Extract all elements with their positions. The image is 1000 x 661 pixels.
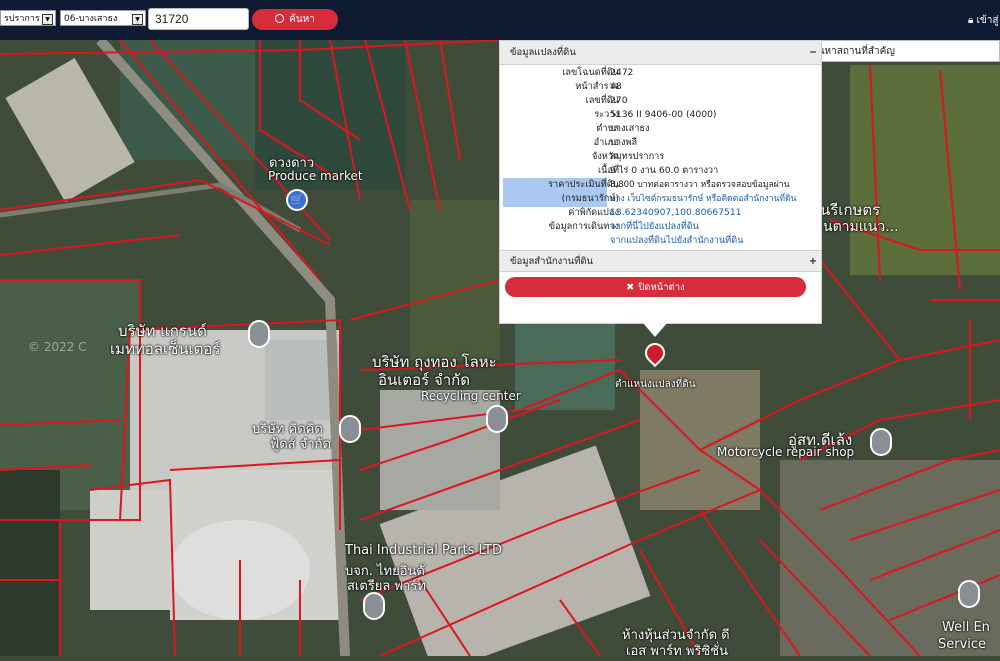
- route-to-parcel-link[interactable]: จากที่นี่ไปยังแปลงที่ดิน: [610, 220, 699, 234]
- parcel-info-panel: ข้อมูลแปลงที่ดิน − เลขโฉนดที่ดิน 2472 หน้…: [499, 40, 822, 324]
- coord-row: ค่าพิกัดแปลง 13.62340907,100.80667511: [500, 206, 821, 220]
- district-select[interactable]: 06-บางเสาธง ▼: [60, 10, 146, 26]
- info-row: อำเภอ บางพลี: [500, 136, 821, 150]
- lock-icon: 🔒︎: [968, 15, 974, 26]
- close-icon: ✖: [626, 281, 635, 293]
- panel-pointer: [643, 323, 667, 337]
- panel-header[interactable]: ข้อมูลแปลงที่ดิน −: [500, 41, 821, 65]
- recycling-pin-icon[interactable]: [486, 405, 508, 433]
- info-value: 48: [610, 81, 622, 92]
- info-row: ระวาง 5136 II 9406-00 (4000): [500, 108, 821, 122]
- province-select-value: รปราการ: [4, 14, 40, 24]
- price-row-1: ราคาประเมินที่ดิน 8,800 บาทต่อตารางวา หร…: [500, 178, 821, 192]
- map-label-thai-parts-th2: สเตรียล พาร์ท: [347, 579, 426, 594]
- route-to-office-link[interactable]: จากแปลงที่ดินไปยังสำนักงานที่ดิน: [610, 234, 743, 248]
- place-search-input[interactable]: [807, 40, 1000, 62]
- map-label-recycling: Recycling center: [421, 389, 521, 403]
- map-label-well-2: Service: [938, 637, 987, 652]
- travel-row: ข้อมูลการเดินทาง จากที่นี่ไปยังแปลงที่ดิ…: [500, 220, 821, 234]
- map-label-well-1: Well En: [942, 620, 990, 635]
- info-value: 9 ไร่ 0 งาน 60.0 ตารางวา: [610, 165, 719, 176]
- login-link[interactable]: 🔒︎ เข้าสู่: [968, 13, 999, 28]
- map-label-partnership-2: เอส พาร์ท พริซิชั่น: [626, 644, 728, 659]
- moto-pin-icon[interactable]: [870, 428, 892, 456]
- land-office-section-header[interactable]: ข้อมูลสำนักงานที่ดิน +: [500, 250, 821, 272]
- price-row-2: (กรมธนารักษ์) ทาง เว็บไซต์กรมธนารักษ์ หร…: [500, 192, 821, 206]
- search-icon: [275, 14, 285, 23]
- login-label: เข้าสู่: [976, 15, 999, 26]
- info-value: สมุทรปราการ: [610, 151, 665, 162]
- map-label-moto-en: Motorcycle repair shop: [717, 445, 855, 459]
- map-label-kaset-2: นตามแนว...: [823, 219, 899, 235]
- info-row: ตำบล บางเสาธง: [500, 122, 821, 136]
- land-office-title: ข้อมูลสำนักงานที่ดิน: [510, 256, 594, 267]
- chevron-down-icon: ▼: [42, 14, 53, 25]
- province-select[interactable]: รปราการ ▼: [0, 10, 56, 26]
- top-bar: รปราการ ▼ 06-บางเสาธง ▼ ค้นหา 🔒︎ เข้าสู่: [0, 0, 1000, 40]
- info-value: 5136 II 9406-00 (4000): [610, 109, 717, 120]
- travel-row-2: จากแปลงที่ดินไปยังสำนักงานที่ดิน: [500, 234, 821, 248]
- info-row: เนื้อที่ 9 ไร่ 0 งาน 60.0 ตารางวา: [500, 164, 821, 178]
- info-row: เลขโฉนดที่ดิน 2472: [500, 66, 821, 80]
- grand-pin-icon[interactable]: [248, 320, 270, 348]
- deed-number-input[interactable]: [148, 8, 249, 30]
- info-value: 270: [610, 95, 628, 106]
- info-row: หน้าสำรวจ 48: [500, 80, 821, 94]
- info-value: บางพลี: [610, 137, 638, 148]
- info-row: จังหวัด สมุทรปราการ: [500, 150, 821, 164]
- map-label-produce-market: Produce market: [268, 169, 363, 183]
- collapse-icon[interactable]: −: [809, 41, 817, 64]
- panel-title: ข้อมูลแปลงที่ดิน: [510, 47, 576, 58]
- coord-link[interactable]: 13.62340907,100.80667511: [610, 206, 742, 220]
- search-button-label: ค้นหา: [289, 14, 315, 25]
- info-row: เลขที่ดิน 270: [500, 94, 821, 108]
- map-copyright: © 2022 C: [28, 340, 87, 354]
- district-select-value: 06-บางเสาธง: [64, 14, 118, 24]
- well-pin-icon[interactable]: [958, 580, 980, 608]
- map-label-marker-caption: ตำแหน่งแปลงที่ดิน: [615, 379, 696, 390]
- thai-parts-pin-icon[interactable]: [363, 592, 385, 620]
- map-label-metal: เมททอลเซ็นเตอร์: [110, 340, 221, 358]
- search-button[interactable]: ค้นหา: [252, 9, 338, 30]
- map-label-thai-parts: Thai Industrial Parts LTD: [345, 543, 502, 558]
- chevron-down-icon: ▼: [132, 14, 143, 25]
- market-pin-icon[interactable]: 🛒: [286, 189, 308, 211]
- info-value: 2472: [610, 67, 634, 78]
- close-window-button[interactable]: ✖ ปิดหน้าต่าง: [505, 277, 806, 297]
- expand-icon[interactable]: +: [809, 251, 817, 273]
- travel-key: ข้อมูลการเดินทาง: [548, 221, 619, 232]
- close-window-label: ปิดหน้าต่าง: [638, 281, 685, 293]
- price-value-1: 8,800 บาทต่อตารางวา หรือตรวจสอบข้อมูลผ่า…: [610, 180, 790, 190]
- food-pin-icon[interactable]: [339, 415, 361, 443]
- treasury-website-link[interactable]: ทาง เว็บไซต์กรมธนารักษ์ หรือติดต่อสำนักง…: [610, 192, 797, 206]
- map-label-food-2: ฟู้ดส์ จำกัด: [270, 437, 331, 452]
- info-value: บางเสาธง: [610, 123, 650, 134]
- price-key-1: ราคาประเมินที่ดิน: [548, 179, 619, 190]
